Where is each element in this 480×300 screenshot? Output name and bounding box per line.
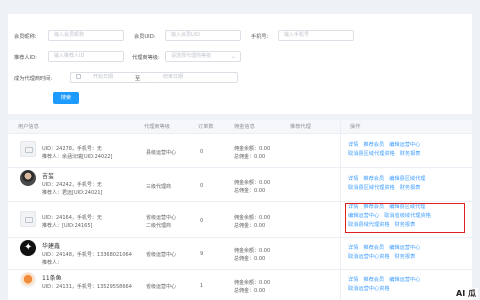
agent-level: 省级运营中心 xyxy=(146,252,177,258)
filter-panel: 会员昵称: 输入会员昵称 会员UID: 输入会员UID 手机号: 输入手机号 推… xyxy=(8,14,472,114)
financial-report-link[interactable]: 财务报表 xyxy=(400,150,421,159)
agent-level: 省级运营中心 xyxy=(146,215,177,221)
commission-balance: 佣金余额：0.00 xyxy=(234,248,271,254)
referrer-id-input[interactable]: 输入推荐人ID xyxy=(48,51,124,62)
recommend-member-link[interactable]: 推荐会员 xyxy=(363,175,384,184)
start-date-placeholder: 开始日期 xyxy=(93,74,114,80)
agent-level-placeholder: 请选择代理商等级 xyxy=(171,53,212,59)
commission-total: 总佣金：0.00 xyxy=(234,188,266,194)
user-referrer: 推荐人：君远[UID:24021] xyxy=(42,190,103,196)
search-button[interactable]: 搜索 xyxy=(53,92,79,104)
commission-balance: 佣金余额：0.00 xyxy=(234,146,271,152)
commission-total: 总佣金：0.00 xyxy=(234,223,266,229)
table-row: 吉玺 UID：24242，手机号：无 推荐人：君远[UID:24021] 三级代… xyxy=(8,168,472,202)
user-referrer: 推荐人：[UID:24165] xyxy=(42,223,93,229)
order-count: 0 xyxy=(200,218,204,224)
order-count: 0 xyxy=(200,183,204,189)
edit-operation-center-link[interactable]: 编辑运营中心 xyxy=(389,141,420,150)
commission-total: 总佣金：0.00 xyxy=(234,154,266,160)
column-recommend: 推荐代理 xyxy=(290,124,311,130)
commission-balance: 佣金余额：0.00 xyxy=(234,180,271,186)
table-row: 11条鱼 UID：24131，手机号：13529558664 省级运营中心 1 … xyxy=(8,270,472,300)
row-actions: 详情 推荐会员 编辑运营中心 取消县区域代理资格 财务报表 xyxy=(348,141,466,159)
detail-link[interactable]: 详情 xyxy=(348,244,358,253)
date-separator: 至 xyxy=(135,76,141,82)
edit-operation-center-link[interactable]: 编辑运营中心 xyxy=(389,276,420,285)
user-name: 11条鱼 xyxy=(42,275,62,282)
edit-operation-center-link[interactable]: 编辑运营中心 xyxy=(389,244,420,253)
avatar xyxy=(20,141,36,157)
avatar xyxy=(20,272,36,288)
order-count: 9 xyxy=(200,251,204,257)
avatar xyxy=(20,211,36,227)
avatar xyxy=(20,170,36,186)
recommend-member-link[interactable]: 推荐会员 xyxy=(363,276,384,285)
end-date-placeholder: 结束日期 xyxy=(163,74,184,80)
user-uid: UID：24278，手机号：无 xyxy=(42,146,102,152)
table-header: 用户信息 代理商等级 订单数 佣金信息 推荐代理 操作 xyxy=(8,120,472,134)
cancel-operation-center-link[interactable]: 取消运营中心资格 xyxy=(348,253,390,262)
user-uid: UID：24164，手机号：无 xyxy=(42,215,102,221)
calendar-icon xyxy=(76,74,81,79)
user-name: 吉玺 xyxy=(42,173,55,180)
agent-level-secondary: 二级代理商 xyxy=(146,223,172,229)
detail-link[interactable]: 详情 xyxy=(348,175,358,184)
column-commission: 佣金信息 xyxy=(234,124,255,130)
recommend-member-link[interactable]: 推荐会员 xyxy=(363,141,384,150)
edit-county-agent-link[interactable]: 编辑县区域代理 xyxy=(389,175,425,184)
order-count: 0 xyxy=(200,149,204,155)
cancel-operation-center-link[interactable]: 取消运营中心资格 xyxy=(348,285,390,294)
row-actions: 详情 推荐会员 编辑运营中心 取消运营中心资格 xyxy=(348,276,466,294)
detail-link[interactable]: 详情 xyxy=(348,276,358,285)
cancel-county-agent-link[interactable]: 取消县区域代理资格 xyxy=(348,150,395,159)
watermark: AI 瓜 xyxy=(454,288,478,299)
column-agent-level: 代理商等级 xyxy=(144,124,170,130)
member-nickname-input[interactable]: 输入会员昵称 xyxy=(48,30,124,41)
highlight-box xyxy=(345,203,465,233)
phone-label: 手机号: xyxy=(251,34,269,40)
referrer-id-label: 推荐人ID: xyxy=(14,55,37,61)
commission-balance: 佣金余额：0.00 xyxy=(234,215,271,221)
column-orders: 订单数 xyxy=(198,124,214,130)
recommend-member-link[interactable]: 推荐会员 xyxy=(363,244,384,253)
commission-total: 总佣金：0.00 xyxy=(234,288,266,294)
end-date-input[interactable]: 结束日期 xyxy=(158,72,238,83)
column-actions: 操作 xyxy=(350,124,361,130)
member-uid-input[interactable]: 输入会员UID xyxy=(165,30,241,41)
table-row: UID：24278，手机号：无 推荐人：余涵沅瑞[UID:24022] 县级运营… xyxy=(8,134,472,168)
user-referrer: 推荐人：余涵沅瑞[UID:24022] xyxy=(42,154,113,160)
agent-level-label: 代理商等级: xyxy=(132,55,160,61)
commission-balance: 佣金余额：0.00 xyxy=(234,280,271,286)
agent-level: 省级运营中心 xyxy=(146,284,177,290)
cancel-county-agent-link[interactable]: 取消县区域代理资格 xyxy=(348,184,395,193)
row-actions: 详情 推荐会员 编辑县区域代理 取消县区域代理资格 财务报表 xyxy=(348,175,466,193)
commission-total: 总佣金：0.00 xyxy=(234,256,266,262)
user-uid: UID：24242，手机号：无 xyxy=(42,182,102,188)
member-uid-label: 会员UID: xyxy=(134,34,156,40)
avatar: ✦ xyxy=(20,240,36,256)
row-actions: 详情 推荐会员 编辑运营中心 取消运营中心资格 财务报表 xyxy=(348,244,466,262)
agent-level-select[interactable]: 请选择代理商等级 ⌄ xyxy=(165,51,241,62)
user-uid: UID：24131，手机号：13529558664 xyxy=(42,284,132,290)
start-date-input[interactable]: 开始日期 xyxy=(70,72,160,83)
column-user-info: 用户信息 xyxy=(18,124,39,130)
join-time-label: 成为代理商时间: xyxy=(14,76,53,82)
member-table: 用户信息 代理商等级 订单数 佣金信息 推荐代理 操作 UID：24278，手机… xyxy=(8,120,472,300)
member-nickname-label: 会员昵称: xyxy=(14,34,37,40)
order-count: 1 xyxy=(200,283,204,289)
detail-link[interactable]: 详情 xyxy=(348,141,358,150)
agent-level: 三级代理商 xyxy=(146,184,172,190)
user-referrer: 推荐人： xyxy=(42,260,63,266)
table-row: ✦ 华建鑫 UID：24148，手机号：13368021064 推荐人： 省级运… xyxy=(8,238,472,270)
phone-input[interactable]: 输入手机号 xyxy=(278,30,354,41)
financial-report-link[interactable]: 财务报表 xyxy=(395,253,416,262)
agent-level: 县级运营中心 xyxy=(146,150,177,156)
user-name: 华建鑫 xyxy=(42,243,61,250)
avatar-glyph-icon: ✦ xyxy=(24,242,33,253)
user-uid: UID：24148，手机号：13368021064 xyxy=(42,252,132,258)
financial-report-link[interactable]: 财务报表 xyxy=(400,184,421,193)
chevron-down-icon: ⌄ xyxy=(230,53,236,60)
